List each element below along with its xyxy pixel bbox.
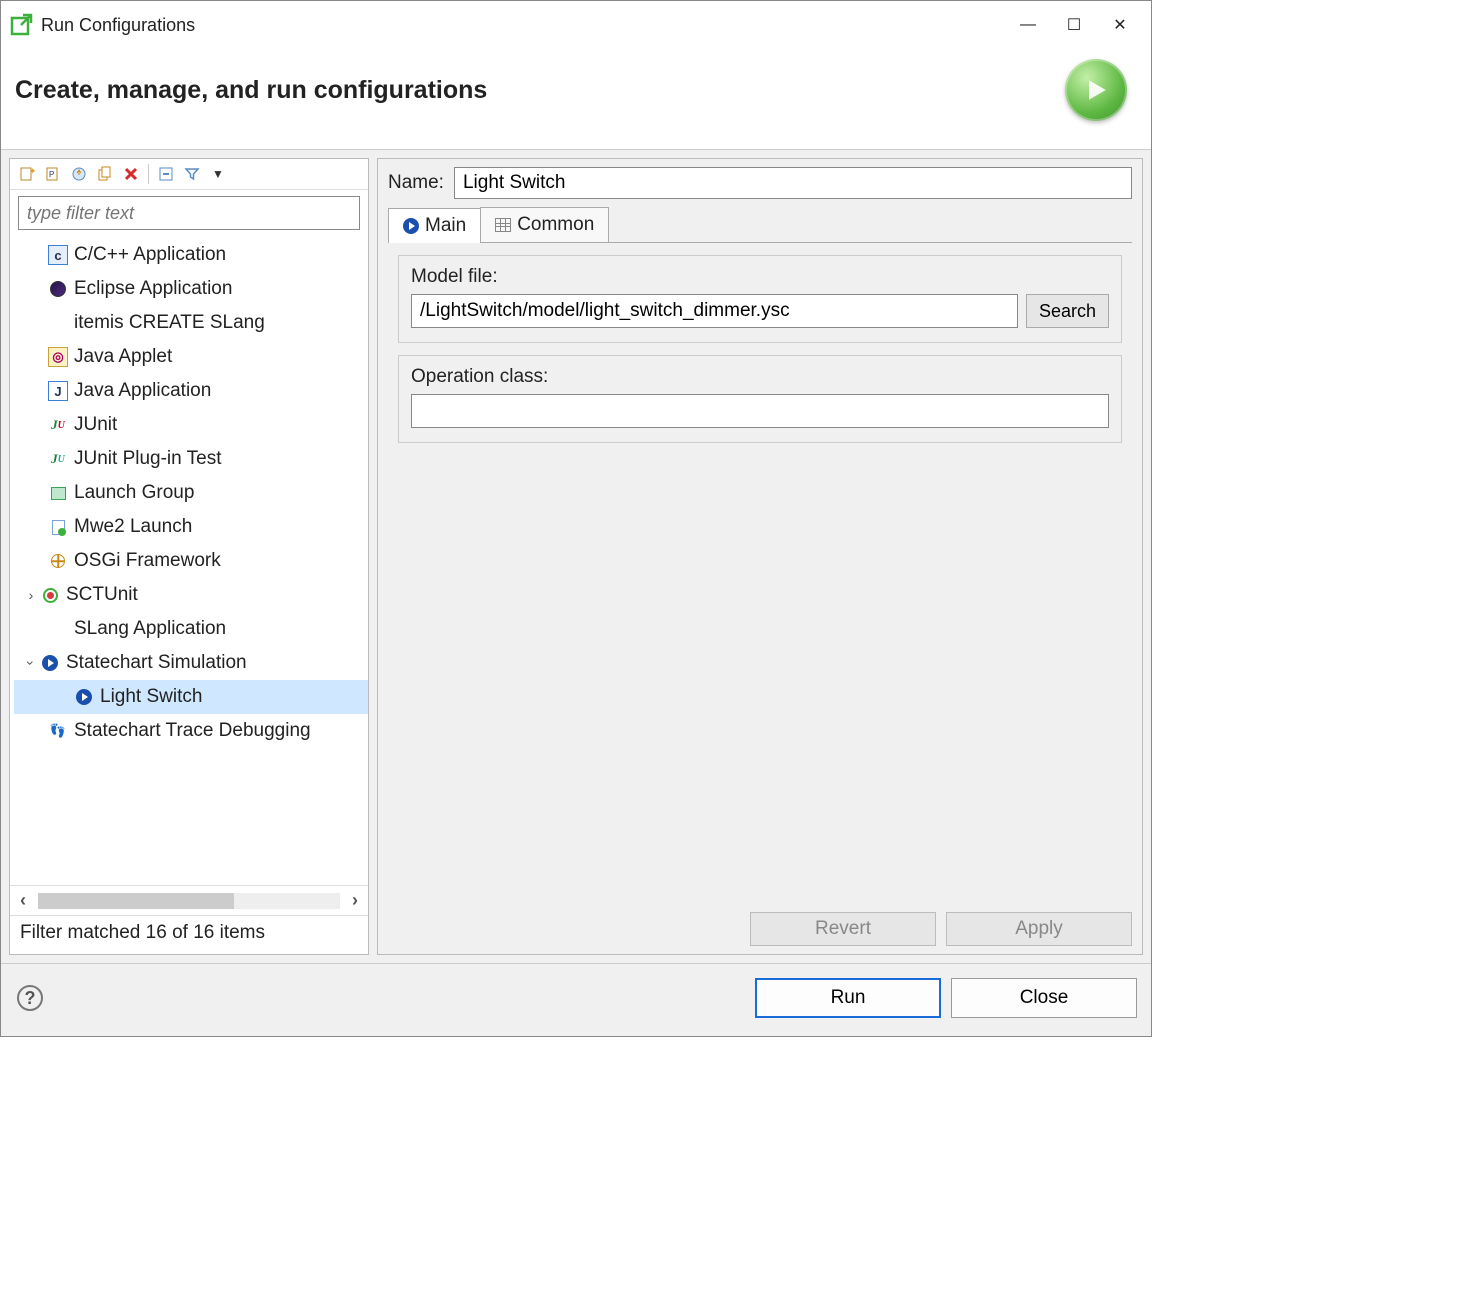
run-orb-icon (1065, 59, 1127, 121)
tab-body-main: Model file: Search Operation class: (388, 243, 1132, 902)
revert-button[interactable]: Revert (750, 912, 936, 946)
apply-button[interactable]: Apply (946, 912, 1132, 946)
help-icon[interactable]: ? (17, 985, 43, 1011)
junit-icon: JU (48, 415, 68, 435)
tree-item-java-application[interactable]: JJava Application (14, 374, 368, 408)
svg-text:✦: ✦ (29, 166, 35, 176)
dialog-header: Create, manage, and run configurations (1, 49, 1151, 150)
play-icon (40, 653, 60, 673)
dialog-footer: ? Run Close (1, 963, 1151, 1036)
collapse-icon[interactable]: › (23, 654, 39, 672)
tree-item-junit[interactable]: JUJUnit (14, 408, 368, 442)
duplicate-icon[interactable] (94, 163, 116, 185)
tree-item-eclipse-application[interactable]: Eclipse Application (14, 272, 368, 306)
name-label: Name: (388, 172, 444, 194)
model-file-group: Model file: Search (398, 255, 1122, 343)
model-file-label: Model file: (411, 266, 1109, 288)
filter-status: Filter matched 16 of 16 items (10, 915, 368, 954)
tree-item-java-applet[interactable]: ◎Java Applet (14, 340, 368, 374)
close-window-button[interactable]: ✕ (1097, 9, 1143, 41)
revert-apply-row: Revert Apply (388, 902, 1132, 946)
tree-item-light-switch[interactable]: Light Switch (14, 680, 368, 714)
app-icon (9, 13, 33, 37)
grid-icon (495, 218, 511, 232)
horizontal-scrollbar[interactable]: ‹ › (10, 885, 368, 915)
tree-item-statechart-trace-debugging[interactable]: 👣Statechart Trace Debugging (14, 714, 368, 748)
run-configurations-dialog: Run Configurations — ☐ ✕ Create, manage,… (0, 0, 1152, 1037)
config-tree-panel: ✦ P ▼ cC/C++ Application Eclipse Applica… (9, 158, 369, 955)
maximize-button[interactable]: ☐ (1051, 9, 1097, 41)
header-title: Create, manage, and run configurations (15, 76, 1065, 105)
model-file-input[interactable] (411, 294, 1018, 328)
scroll-track[interactable] (38, 893, 340, 909)
view-menu-icon[interactable]: ▼ (207, 163, 229, 185)
scroll-right-icon[interactable]: › (348, 890, 362, 911)
tree-item-junit-plugin-test[interactable]: JUJUnit Plug-in Test (14, 442, 368, 476)
tree-toolbar: ✦ P ▼ (10, 159, 368, 190)
content-area: ✦ P ▼ cC/C++ Application Eclipse Applica… (1, 150, 1151, 963)
delete-icon[interactable] (120, 163, 142, 185)
tree-item-sctunit[interactable]: ›SCTUnit (14, 578, 368, 612)
filter-input[interactable] (18, 196, 360, 230)
java-applet-icon: ◎ (48, 347, 68, 367)
java-app-icon: J (48, 381, 68, 401)
expand-icon[interactable]: › (22, 587, 40, 603)
new-config-icon[interactable]: ✦ (16, 163, 38, 185)
tab-bar: Main Common (388, 207, 1132, 243)
c-icon: c (48, 245, 68, 265)
tree-item-slang-application[interactable]: SLang Application (14, 612, 368, 646)
search-button[interactable]: Search (1026, 294, 1109, 328)
mwe2-icon (48, 517, 68, 537)
osgi-icon (48, 551, 68, 571)
launch-group-icon (48, 483, 68, 503)
junit-plugin-icon: JU (48, 449, 68, 469)
tree-item-launch-group[interactable]: Launch Group (14, 476, 368, 510)
config-editor-panel: Name: Main Common Model file: Search Ope… (377, 158, 1143, 955)
window-title: Run Configurations (41, 15, 1005, 36)
tab-common-label: Common (517, 214, 594, 236)
blank-icon (48, 313, 68, 333)
eclipse-icon (48, 279, 68, 299)
tree-item-itemis-create-slang[interactable]: itemis CREATE SLang (14, 306, 368, 340)
tab-main-label: Main (425, 215, 466, 237)
export-icon[interactable] (68, 163, 90, 185)
play-icon (74, 687, 94, 707)
collapse-all-icon[interactable] (155, 163, 177, 185)
tab-common[interactable]: Common (480, 207, 609, 242)
tree-item-c-cpp-application[interactable]: cC/C++ Application (14, 238, 368, 272)
tree-item-osgi-framework[interactable]: OSGi Framework (14, 544, 368, 578)
scroll-left-icon[interactable]: ‹ (16, 890, 30, 911)
blank-icon (48, 619, 68, 639)
close-button[interactable]: Close (951, 978, 1137, 1018)
toolbar-separator (148, 164, 149, 184)
run-button[interactable]: Run (755, 978, 941, 1018)
name-row: Name: (388, 167, 1132, 199)
svg-text:P: P (49, 170, 54, 179)
tree-item-mwe2-launch[interactable]: Mwe2 Launch (14, 510, 368, 544)
minimize-button[interactable]: — (1005, 9, 1051, 41)
sctunit-icon (40, 585, 60, 605)
play-icon (403, 218, 419, 234)
titlebar: Run Configurations — ☐ ✕ (1, 1, 1151, 49)
operation-class-label: Operation class: (411, 366, 1109, 388)
tree-item-statechart-simulation[interactable]: ›Statechart Simulation (14, 646, 368, 680)
scroll-thumb[interactable] (38, 893, 234, 909)
config-tree[interactable]: cC/C++ Application Eclipse Application i… (10, 236, 368, 885)
filter-icon[interactable] (181, 163, 203, 185)
tab-main[interactable]: Main (388, 208, 481, 243)
new-prototype-icon[interactable]: P (42, 163, 64, 185)
footsteps-icon: 👣 (48, 721, 68, 741)
operation-class-input[interactable] (411, 394, 1109, 428)
name-input[interactable] (454, 167, 1132, 199)
operation-class-group: Operation class: (398, 355, 1122, 443)
